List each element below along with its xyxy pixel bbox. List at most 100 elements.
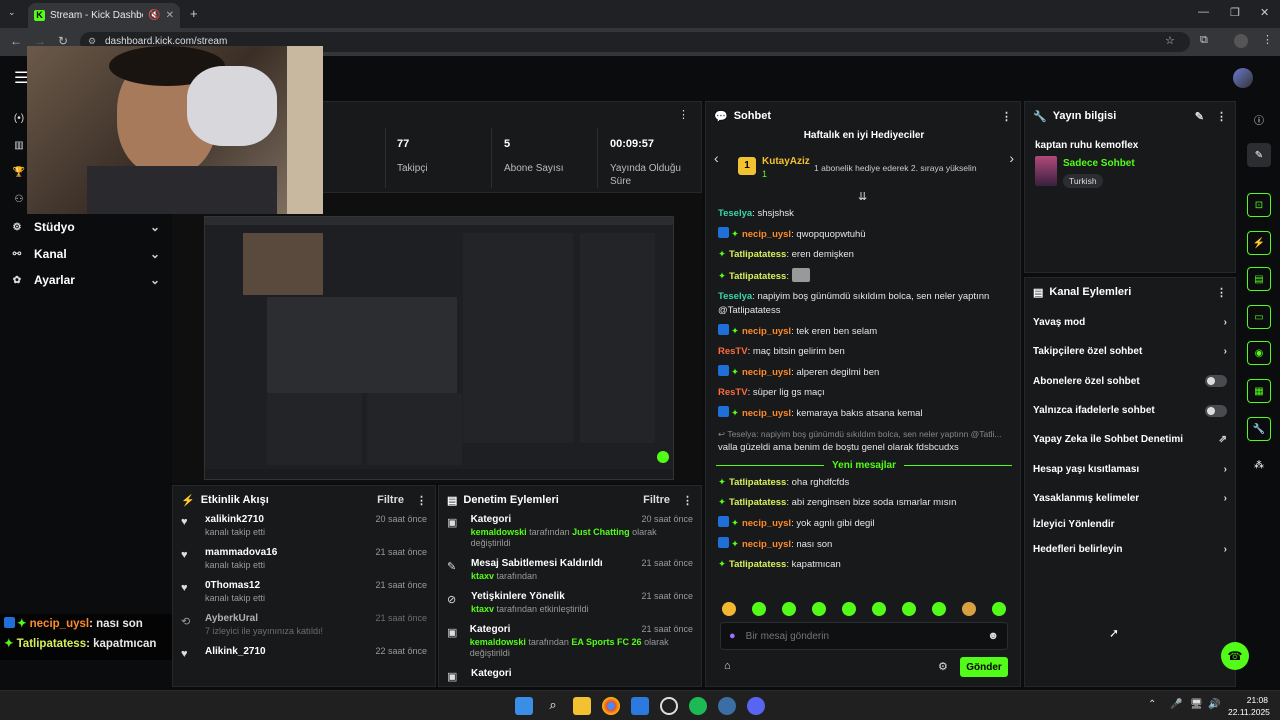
banned-words-action[interactable]: Yasaklanmış kelimeler › [1025,484,1235,513]
more-options-icon[interactable]: ⋮ [416,494,427,507]
subscribers-only-toggle[interactable] [1205,375,1227,388]
spotify-icon[interactable] [689,697,707,715]
gifter-name[interactable]: KutayAziz [762,156,810,167]
network-icon[interactable]: 🖥 [1190,699,1203,710]
emote-icon[interactable] [902,602,916,616]
close-tab-icon[interactable]: ✕ [166,10,174,21]
emotes-only-toggle[interactable] [1205,404,1227,417]
chat-user[interactable]: necip_uysl [742,229,791,240]
back-icon[interactable]: ← [10,34,22,48]
chat-message-input[interactable] [745,630,978,642]
goals-action[interactable]: Hedefleri belirleyin › [1025,535,1235,564]
lightning-icon[interactable]: ⚡ [1247,231,1271,255]
chrome-icon[interactable] [602,697,620,715]
chat-input-box[interactable]: ● ☻ [720,622,1008,650]
account-age-action[interactable]: Hesap yaşı kısıtlaması › [1025,454,1235,483]
dashboard-icon[interactable]: ▥ [12,140,26,151]
emote-icon[interactable] [962,602,976,616]
store-icon[interactable]: ⌂ [724,660,731,672]
sidebar-item-studio[interactable]: ⚙ Stüdyo ⌄ [10,220,160,234]
extensions-icon[interactable]: ⧉ [1200,34,1208,47]
list-item[interactable]: ▣ Kategori kemaldowski tarafından Just Cha… [447,514,693,549]
volume-icon[interactable]: 🔊 [1208,699,1220,710]
apps-icon[interactable]: ⁂ [1247,453,1271,477]
filter-button[interactable]: Filtre [377,494,404,506]
discord-icon[interactable] [747,697,765,715]
profile-avatar[interactable] [1234,34,1248,48]
chat-user[interactable]: necip_uysl [742,408,791,419]
steam-icon[interactable] [718,697,736,715]
bookmark-star-icon[interactable]: ☆ [1165,34,1175,47]
close-window-icon[interactable]: ✕ [1260,6,1269,19]
filter-button[interactable]: Filtre [643,494,670,506]
list-item[interactable]: ▣ Kategori kemaldowski tarafından EA Sport… [447,624,693,659]
emote-icon[interactable] [992,602,1006,616]
clock[interactable]: 21:08 22.11.2025 [1228,694,1270,718]
microphone-icon[interactable]: ● [729,630,736,642]
ai-moderation-action[interactable]: Yapay Zeka ile Sohbet Denetimi ⇗ [1025,425,1235,454]
notes-icon[interactable]: ▤ [1247,267,1271,291]
more-options-icon[interactable]: ⋮ [678,108,689,121]
tray-chevron-icon[interactable]: ⌃ [1148,699,1156,710]
browser-tab[interactable]: K Stream - Kick Dashboard 🔇 ✕ [28,3,180,28]
edit-icon[interactable]: ✎ [1195,110,1204,123]
pinned-toggle-icon[interactable]: ⇊ [858,190,867,203]
chevron-right-icon[interactable]: › [1009,150,1014,166]
chat-user[interactable]: Teselya [718,291,752,302]
user-avatar[interactable] [1233,68,1253,88]
list-item[interactable]: ♥ Alikink_2710 22 saat önce [181,646,427,660]
list-item[interactable]: ⊘ Yetişkinlere Yönelik ktaxv tarafından et… [447,591,693,615]
live-icon[interactable]: (•) [12,113,26,124]
broadcast-icon[interactable]: ◉ [1247,341,1271,365]
github-icon[interactable] [660,697,678,715]
community-icon[interactable]: ⚇ [12,194,26,205]
chat-user[interactable]: necip_uysl [742,518,791,529]
microphone-tray-icon[interactable]: 🎤 [1170,699,1182,710]
chat-user[interactable]: Tatlipatatess [729,497,786,508]
new-tab-button[interactable]: + [190,6,198,21]
list-item[interactable]: ▣ Kategori [447,668,693,683]
emote-icon[interactable] [842,602,856,616]
slow-mode-action[interactable]: Yavaş mod › [1025,308,1235,337]
tab-search-icon[interactable]: ⌄ [8,7,16,18]
wrench-icon[interactable]: 🔧 [1247,417,1271,441]
emote-icon[interactable] [932,602,946,616]
chat-bubble-icon[interactable]: ▭ [1247,305,1271,329]
search-icon[interactable]: ⌕ [544,697,562,715]
more-options-icon[interactable]: ⋮ [1216,110,1227,123]
chat-user[interactable]: Tatlipatatess [729,477,786,488]
browser-menu-icon[interactable]: ⋮ [1262,33,1273,46]
info-icon[interactable]: ⓘ [1247,107,1271,131]
mute-tab-icon[interactable]: 🔇 [148,10,160,21]
list-item[interactable]: ♥ xalikink2710 kanalı takip etti 20 saat ön… [181,514,427,538]
chat-user[interactable]: Tatlipatatess [729,249,786,260]
emoji-picker-icon[interactable]: ☻ [987,630,999,642]
emote-icon[interactable] [722,602,736,616]
list-item[interactable]: ⟲ AyberkUral 7 izleyici ile yayınınıza kat… [181,613,427,637]
emote-icon[interactable] [812,602,826,616]
chat-user[interactable]: ResTV [718,346,748,357]
chat-user[interactable]: necip_uysl [742,326,791,337]
list-item[interactable]: ♥ mammadova16 kanalı takip etti 21 saat önc… [181,547,427,571]
category-link[interactable]: Sadece Sohbet [1063,158,1135,169]
chevron-left-icon[interactable]: ‹ [714,150,719,166]
minimize-icon[interactable]: — [1198,6,1209,18]
chat-user[interactable]: Tatlipatatess [729,559,786,570]
emote-icon[interactable] [872,602,886,616]
chat-settings-icon[interactable]: ⚙ [938,660,948,673]
chat-user[interactable]: Tatlipatatess [729,271,786,282]
emote-icon[interactable] [782,602,796,616]
more-options-icon[interactable]: ⋮ [682,494,693,507]
send-button[interactable]: Gönder [960,657,1008,677]
scene-icon[interactable]: ⊡ [1247,193,1271,217]
more-options-icon[interactable]: ⋮ [1001,110,1012,123]
reply-reference[interactable]: ↩ Teselya: napiyim boş günümdü sıkıldım … [706,424,1022,441]
layout-icon[interactable]: ▦ [1247,379,1271,403]
list-item[interactable]: ✎ Mesaj Sabitlemesi Kaldırıldı ktaxv taraf… [447,558,693,582]
sidebar-item-channel[interactable]: ⚯ Kanal ⌄ [10,247,160,261]
chat-user[interactable]: necip_uysl [742,367,791,378]
followers-only-action[interactable]: Takipçilere özel sohbet › [1025,337,1235,366]
start-button-icon[interactable] [515,697,533,715]
chat-user[interactable]: ResTV [718,387,748,398]
chat-user[interactable]: Teselya [718,208,752,219]
